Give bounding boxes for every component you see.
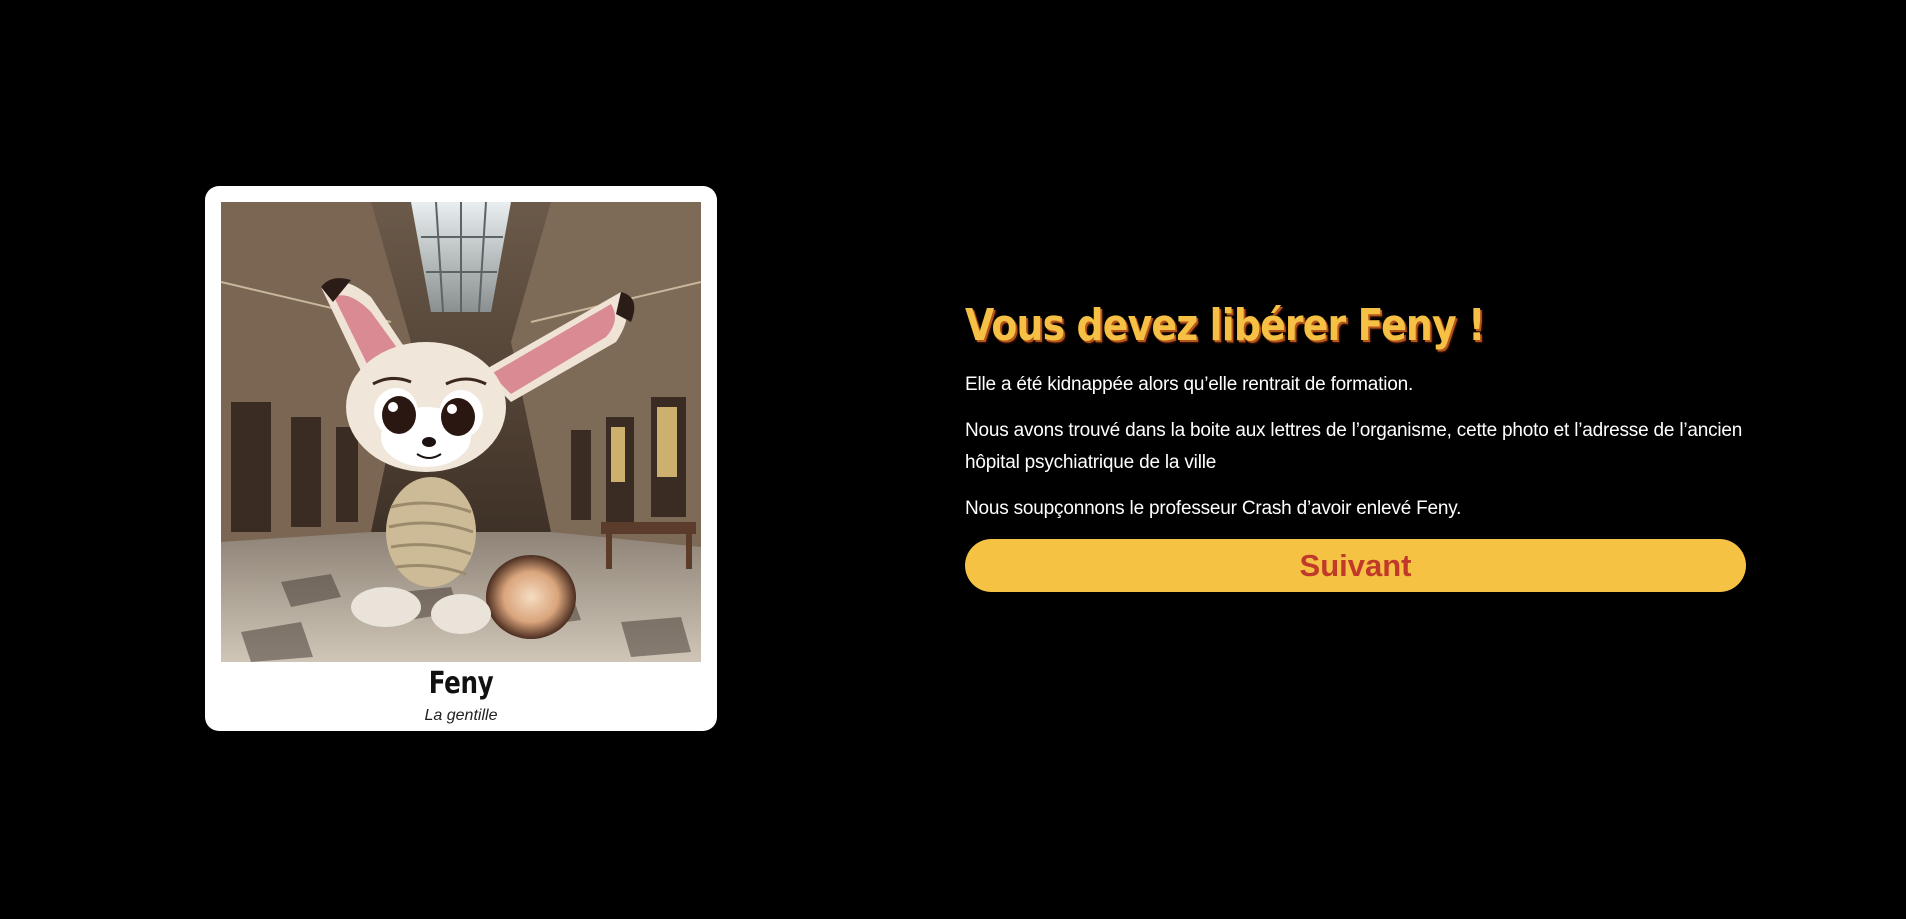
story-paragraph: Nous soupçonnons le professeur Crash d’a…: [965, 498, 1462, 519]
page: Feny La gentille Vous devez libérer Feny…: [0, 0, 1906, 919]
character-card: Feny La gentille: [205, 186, 717, 731]
story-paragraph: Elle a été kidnappée alors qu’elle rentr…: [965, 374, 1414, 395]
character-name: Feny: [428, 666, 494, 701]
story-paragraph: Nous avons trouvé dans la boite aux lett…: [965, 420, 1743, 473]
next-button[interactable]: Suivant: [965, 539, 1746, 592]
story-panel: Vous devez libérer Feny ! Elle a été kid…: [965, 300, 1746, 592]
character-subtitle: La gentille: [424, 707, 498, 724]
headline: Vous devez libérer Feny !: [965, 300, 1485, 351]
character-photo: [221, 202, 701, 662]
